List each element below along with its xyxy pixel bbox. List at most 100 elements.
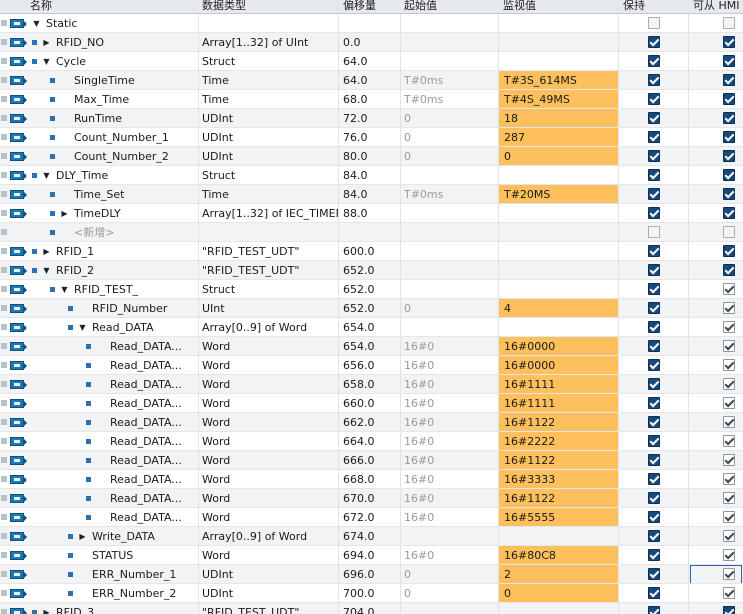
hmi-checkbox[interactable] — [723, 207, 735, 219]
datatype-cell[interactable]: Word — [199, 413, 339, 432]
name-cell[interactable]: RFID_Number — [8, 299, 199, 318]
table-row[interactable]: Count_Number_2 UDInt 80.0 0 0 — [0, 147, 743, 166]
hmi-checkbox[interactable] — [723, 511, 735, 523]
hmi-checkbox[interactable] — [723, 302, 735, 314]
table-row[interactable]: Count_Number_1 UDInt 76.0 0 287 — [0, 128, 743, 147]
hmi-checkbox[interactable] — [723, 112, 735, 124]
table-row[interactable]: Read_DATA... Word 662.0 16#0 16#1122 — [0, 413, 743, 432]
datatype-cell[interactable]: Struct — [199, 166, 339, 185]
table-row[interactable]: SingleTime Time 64.0 T#0ms T#3S_614MS — [0, 71, 743, 90]
retain-checkbox[interactable] — [648, 492, 660, 504]
datatype-cell[interactable]: "RFID_TEST_UDT" — [199, 261, 339, 280]
datatype-cell[interactable]: UDInt — [199, 109, 339, 128]
hmi-checkbox[interactable] — [723, 359, 735, 371]
start-value-cell[interactable] — [401, 52, 499, 71]
table-row[interactable]: RFID_Number UInt 652.0 0 4 — [0, 299, 743, 318]
start-value-cell[interactable] — [401, 318, 499, 337]
retain-checkbox[interactable] — [648, 340, 660, 352]
table-row[interactable]: Read_DATA... Word 666.0 16#0 16#1122 — [0, 451, 743, 470]
hmi-checkbox[interactable] — [723, 131, 735, 143]
retain-checkbox[interactable] — [648, 473, 660, 485]
hmi-checkbox[interactable] — [723, 93, 735, 105]
table-row[interactable]: <新增> — [0, 223, 743, 242]
name-cell[interactable]: <新增> — [8, 223, 199, 242]
datatype-cell[interactable]: Struct — [199, 280, 339, 299]
expand-triangle-icon[interactable]: ▶ — [60, 204, 69, 223]
start-value-cell[interactable] — [401, 603, 499, 614]
retain-checkbox[interactable] — [648, 568, 660, 580]
expand-triangle-icon[interactable]: ▶ — [42, 603, 51, 614]
start-value-cell[interactable]: 16#0 — [401, 508, 499, 527]
name-cell[interactable]: ▼ Cycle — [8, 52, 199, 71]
retain-checkbox[interactable] — [648, 169, 660, 181]
name-cell[interactable]: Read_DATA... — [8, 432, 199, 451]
datatype-cell[interactable]: Word — [199, 375, 339, 394]
table-row[interactable]: Read_DATA... Word 658.0 16#0 16#1111 — [0, 375, 743, 394]
name-cell[interactable]: Read_DATA... — [8, 470, 199, 489]
retain-checkbox[interactable] — [648, 245, 660, 257]
hmi-checkbox[interactable] — [723, 17, 735, 29]
datatype-cell[interactable]: Word — [199, 489, 339, 508]
name-cell[interactable]: ▼ Static — [8, 14, 199, 33]
hmi-checkbox[interactable] — [723, 492, 735, 504]
name-cell[interactable]: SingleTime — [8, 71, 199, 90]
table-row[interactable]: ERR_Number_2 UDInt 700.0 0 0 — [0, 584, 743, 603]
hmi-checkbox[interactable] — [723, 454, 735, 466]
retain-checkbox[interactable] — [648, 530, 660, 542]
start-value-cell[interactable]: T#0ms — [401, 185, 499, 204]
retain-checkbox[interactable] — [648, 587, 660, 599]
hmi-checkbox[interactable] — [723, 435, 735, 447]
retain-checkbox[interactable] — [648, 93, 660, 105]
datatype-cell[interactable]: Array[1..32] of IEC_TIMER — [199, 204, 339, 223]
table-row[interactable]: ▶ RFID_3 "RFID_TEST_UDT" 704.0 — [0, 603, 743, 614]
hmi-checkbox[interactable] — [723, 397, 735, 409]
datatype-cell[interactable]: Word — [199, 508, 339, 527]
datatype-cell[interactable] — [199, 223, 339, 242]
hmi-checkbox[interactable] — [723, 264, 735, 276]
table-row[interactable]: ▶ TimeDLY Array[1..32] of IEC_TIMER 88.0 — [0, 204, 743, 223]
header-monitor-value[interactable]: 监视值 — [503, 0, 536, 13]
datatype-cell[interactable]: Array[0..9] of Word — [199, 318, 339, 337]
header-datatype[interactable]: 数据类型 — [202, 0, 246, 13]
header-name[interactable]: 名称 — [30, 0, 52, 13]
datatype-cell[interactable]: Word — [199, 432, 339, 451]
datatype-cell[interactable]: Time — [199, 71, 339, 90]
datatype-cell[interactable]: Word — [199, 356, 339, 375]
name-cell[interactable]: Read_DATA... — [8, 337, 199, 356]
start-value-cell[interactable]: 0 — [401, 128, 499, 147]
name-cell[interactable]: ▶ TimeDLY — [8, 204, 199, 223]
start-value-cell[interactable]: 16#0 — [401, 394, 499, 413]
table-row[interactable]: RunTime UDInt 72.0 0 18 — [0, 109, 743, 128]
datatype-cell[interactable]: Word — [199, 546, 339, 565]
name-cell[interactable]: STATUS — [8, 546, 199, 565]
datatype-cell[interactable]: "RFID_TEST_UDT" — [199, 603, 339, 614]
hmi-checkbox[interactable] — [723, 473, 735, 485]
start-value-cell[interactable]: 16#0 — [401, 546, 499, 565]
name-cell[interactable]: ▶ RFID_1 — [8, 242, 199, 261]
retain-checkbox[interactable] — [648, 549, 660, 561]
hmi-checkbox[interactable] — [723, 606, 735, 614]
hmi-checkbox[interactable] — [723, 245, 735, 257]
start-value-cell[interactable]: 16#0 — [401, 413, 499, 432]
name-cell[interactable]: ERR_Number_1 — [8, 565, 199, 584]
start-value-cell[interactable]: 16#0 — [401, 470, 499, 489]
hmi-checkbox[interactable] — [723, 587, 735, 599]
table-row[interactable]: Read_DATA... Word 654.0 16#0 16#0000 — [0, 337, 743, 356]
retain-checkbox[interactable] — [648, 397, 660, 409]
start-value-cell[interactable]: T#0ms — [401, 71, 499, 90]
table-row[interactable]: STATUS Word 694.0 16#0 16#80C8 — [0, 546, 743, 565]
expand-triangle-icon[interactable]: ▶ — [42, 242, 51, 261]
collapse-triangle-icon[interactable]: ▼ — [42, 52, 51, 71]
start-value-cell[interactable]: 0 — [401, 109, 499, 128]
hmi-checkbox[interactable] — [723, 283, 735, 295]
name-cell[interactable]: Read_DATA... — [8, 451, 199, 470]
table-row[interactable]: ▼ Read_DATA Array[0..9] of Word 654.0 — [0, 318, 743, 337]
retain-checkbox[interactable] — [648, 112, 660, 124]
retain-checkbox[interactable] — [648, 36, 660, 48]
datatype-cell[interactable] — [199, 14, 339, 33]
start-value-cell[interactable] — [401, 223, 499, 242]
header-start-value[interactable]: 起始值 — [404, 0, 437, 13]
retain-checkbox[interactable] — [648, 302, 660, 314]
retain-checkbox[interactable] — [648, 321, 660, 333]
name-cell[interactable]: Read_DATA... — [8, 394, 199, 413]
